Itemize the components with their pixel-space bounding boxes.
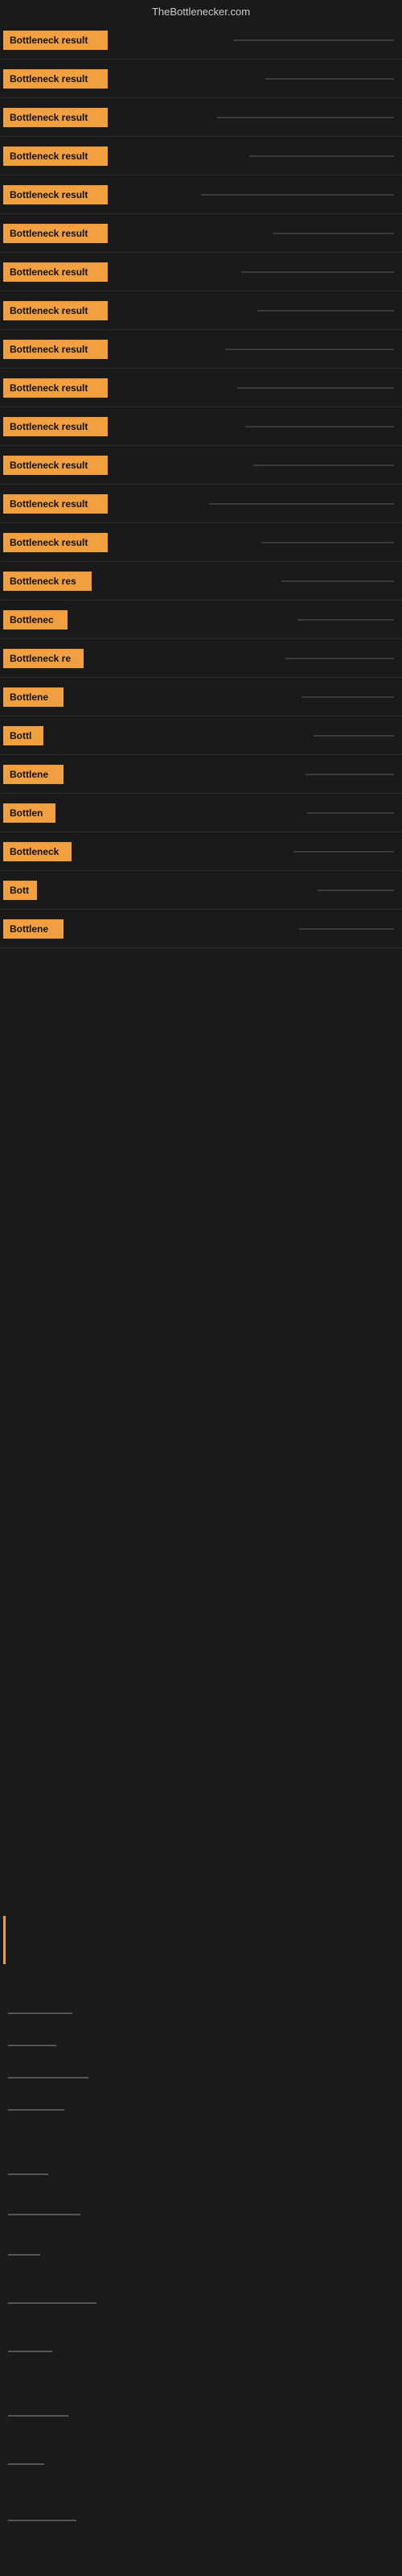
chart-bar xyxy=(253,464,394,466)
site-title: TheBottlenecker.com xyxy=(152,6,250,18)
bottleneck-badge: Bottleneck result xyxy=(3,533,108,552)
chart-bar xyxy=(297,619,394,621)
chart-bar xyxy=(237,387,394,389)
chart-line-3 xyxy=(8,2077,88,2079)
bottleneck-badge: Bottleneck result xyxy=(3,69,108,89)
bottleneck-badge: Bottl xyxy=(3,726,43,745)
chart-bar xyxy=(225,349,394,350)
list-item: Bottleneck result xyxy=(0,369,402,407)
bottleneck-badge: Bottlene xyxy=(3,919,64,939)
bottleneck-badge: Bottleneck result xyxy=(3,494,108,514)
chart-bar xyxy=(233,39,394,41)
list-item: Bottleneck re xyxy=(0,639,402,678)
bottleneck-badge: Bottlenec xyxy=(3,610,68,630)
list-item: Bottlen xyxy=(0,794,402,832)
chart-bar xyxy=(201,194,394,196)
items-list: Bottleneck result Bottleneck result Bottle… xyxy=(0,21,402,948)
list-item: Bottleneck result xyxy=(0,214,402,253)
list-item: Bottleneck result xyxy=(0,291,402,330)
bottom-chart-area xyxy=(0,1852,402,2576)
chart-bar xyxy=(281,580,394,582)
chart-bar xyxy=(314,735,394,737)
bottleneck-badge: Bottleneck result xyxy=(3,262,108,282)
chart-line-11 xyxy=(8,2463,44,2465)
chart-bar xyxy=(265,78,394,80)
chart-bar xyxy=(285,658,394,659)
bottleneck-badge: Bottleneck xyxy=(3,842,72,861)
list-item: Bottleneck result xyxy=(0,60,402,98)
list-item: Bottleneck xyxy=(0,832,402,871)
chart-bar xyxy=(293,851,394,852)
bottleneck-badge: Bottleneck res xyxy=(3,572,92,591)
list-item: Bottlenec xyxy=(0,601,402,639)
list-item: Bottleneck result xyxy=(0,523,402,562)
chart-bar xyxy=(299,928,394,930)
list-item: Bottleneck result xyxy=(0,253,402,291)
chart-line-4 xyxy=(8,2109,64,2111)
list-item: Bottleneck res xyxy=(0,562,402,601)
bottleneck-badge: Bottleneck result xyxy=(3,147,108,166)
chart-bar xyxy=(241,271,394,273)
chart-line-9 xyxy=(8,2351,52,2352)
list-item: Bottleneck result xyxy=(0,175,402,214)
list-item: Bottlene xyxy=(0,755,402,794)
bottleneck-badge: Bottlene xyxy=(3,765,64,784)
list-item: Bottleneck result xyxy=(0,21,402,60)
bottleneck-badge: Bottleneck result xyxy=(3,340,108,359)
chart-bar xyxy=(209,503,394,505)
bottleneck-badge: Bottleneck result xyxy=(3,185,108,204)
chart-line-10 xyxy=(8,2415,68,2417)
list-item: Bottleneck result xyxy=(0,330,402,369)
chart-bar xyxy=(318,890,394,891)
vertical-bar-left xyxy=(3,1916,6,1964)
chart-bar xyxy=(249,155,394,157)
list-item: Bott xyxy=(0,871,402,910)
list-item: Bottleneck result xyxy=(0,446,402,485)
chart-line-8 xyxy=(8,2302,96,2304)
bottleneck-badge: Bottleneck result xyxy=(3,456,108,475)
bottleneck-badge: Bottleneck result xyxy=(3,378,108,398)
list-item: Bottlene xyxy=(0,678,402,716)
chart-bar xyxy=(273,233,394,234)
bottleneck-badge: Bottleneck result xyxy=(3,224,108,243)
list-item: Bottl xyxy=(0,716,402,755)
chart-line-7 xyxy=(8,2254,40,2256)
site-header: TheBottlenecker.com xyxy=(0,0,402,21)
page-wrapper: TheBottlenecker.com Bottleneck resultBot… xyxy=(0,0,402,2576)
chart-bar xyxy=(257,310,394,312)
chart-bar xyxy=(261,542,394,543)
chart-bar xyxy=(217,117,394,118)
bottleneck-badge: Bottleneck re xyxy=(3,649,84,668)
bottleneck-badge: Bottlene xyxy=(3,687,64,707)
bottleneck-badge: Bottleneck result xyxy=(3,108,108,127)
list-item: Bottleneck result xyxy=(0,485,402,523)
list-item: Bottleneck result xyxy=(0,98,402,137)
chart-bar xyxy=(245,426,394,427)
chart-line-12 xyxy=(8,2520,76,2521)
chart-bar xyxy=(307,812,394,814)
bottleneck-badge: Bottlen xyxy=(3,803,55,823)
bottleneck-badge: Bottleneck result xyxy=(3,31,108,50)
chart-line-5 xyxy=(8,2174,48,2175)
bottleneck-badge: Bottleneck result xyxy=(3,301,108,320)
chart-bar xyxy=(302,696,394,698)
chart-bar xyxy=(306,774,394,775)
chart-line-2 xyxy=(8,2045,56,2046)
bottleneck-badge: Bott xyxy=(3,881,37,900)
list-item: Bottlene xyxy=(0,910,402,948)
chart-line-6 xyxy=(8,2214,80,2215)
bottleneck-badge: Bottleneck result xyxy=(3,417,108,436)
list-item: Bottleneck result xyxy=(0,407,402,446)
list-item: Bottleneck result xyxy=(0,137,402,175)
chart-line-1 xyxy=(8,2013,72,2014)
